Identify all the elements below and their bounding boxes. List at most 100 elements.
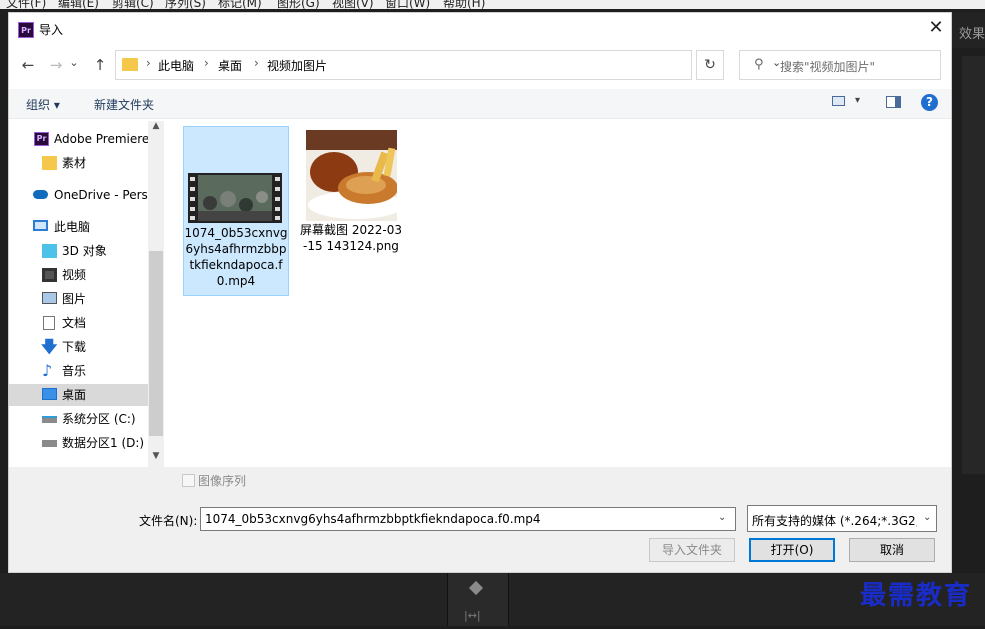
scrollbar-thumb[interactable] <box>149 251 163 436</box>
import-folder-button[interactable]: 导入文件夹 <box>649 538 735 562</box>
pictures-icon <box>42 292 57 304</box>
menu-clip[interactable]: 剪辑(C) <box>112 0 154 9</box>
sidebar-item-music[interactable]: ♪ 音乐 <box>9 360 148 382</box>
sidebar-item-adobe-premiere[interactable]: Pr Adobe Premiere <box>9 128 148 150</box>
sidebar-item-label: 图片 <box>62 292 87 306</box>
menu-window[interactable]: 窗口(W) <box>385 0 430 9</box>
search-icon: ⚲ <box>754 57 764 72</box>
sidebar-item-label: 音乐 <box>62 364 87 378</box>
close-button[interactable]: ✕ <box>924 17 948 41</box>
3d-objects-icon <box>42 244 57 258</box>
search-input[interactable]: 搜索"视频加图片" <box>780 58 875 75</box>
ripple-edit-icon: |↔| <box>464 609 481 622</box>
documents-icon <box>43 316 55 330</box>
filename-label: 文件名(N): <box>139 514 198 528</box>
image-thumbnail <box>306 130 397 221</box>
navigation-pane: Pr Adobe Premiere 素材 OneDrive - Perso 此电… <box>9 121 164 467</box>
sidebar-item-label: OneDrive - Perso <box>54 188 148 202</box>
scroll-up-icon[interactable]: ▲ <box>148 121 164 135</box>
file-type-filter[interactable]: 所有支持的媒体 (*.264;*.3G2;* ⌄ <box>747 505 937 532</box>
sidebar-item-label: Adobe Premiere <box>54 132 148 146</box>
back-button[interactable]: ← <box>17 54 39 76</box>
sidebar-item-documents[interactable]: 文档 <box>9 312 148 334</box>
breadcrumb-current-folder[interactable]: 视频加图片 <box>267 57 327 74</box>
tools-panel: |↔| <box>447 573 509 626</box>
background-panel <box>962 56 985 474</box>
sidebar-scrollbar[interactable]: ▲ ▼ <box>148 121 164 467</box>
app-menubar: 文件(F) 编辑(E) 剪辑(C) 序列(S) 标记(M) 图形(G) 视图(V… <box>0 0 985 9</box>
menu-edit[interactable]: 编辑(E) <box>58 0 99 9</box>
watermark-logo: 最需教育 <box>860 581 973 611</box>
menu-marker[interactable]: 标记(M) <box>218 0 262 9</box>
effects-panel-tab[interactable]: 效果 <box>952 12 985 48</box>
cancel-button[interactable]: 取消 <box>849 538 935 562</box>
preview-pane-icon[interactable] <box>886 96 901 108</box>
file-item-video[interactable]: 1074_0b53cxnvg6yhs4afhrmzbbptkfiekndapoc… <box>183 126 289 296</box>
view-dropdown-icon[interactable]: ▾ <box>855 95 860 106</box>
sidebar-item-pictures[interactable]: 图片 <box>9 288 148 310</box>
scroll-down-icon[interactable]: ▼ <box>148 451 164 465</box>
menu-graphics[interactable]: 图形(G) <box>277 0 320 9</box>
sidebar-item-this-pc[interactable]: 此电脑 <box>9 216 148 238</box>
sidebar-item-drive-d[interactable]: 数据分区1 (D:) <box>9 432 148 454</box>
drive-c-icon <box>42 416 57 423</box>
address-bar[interactable]: › 此电脑 › 桌面 › 视频加图片 ⌄ <box>115 50 781 80</box>
videos-icon <box>42 268 57 282</box>
chevron-down-icon[interactable]: ⌄ <box>718 512 726 523</box>
sidebar-item-label: 桌面 <box>62 388 87 402</box>
refresh-button[interactable]: ↻ <box>696 50 724 80</box>
menu-file[interactable]: 文件(F) <box>6 0 46 9</box>
sidebar-item-label: 视频 <box>62 268 87 282</box>
downloads-icon: 🡇 <box>41 337 58 356</box>
sidebar-item-3d-objects[interactable]: 3D 对象 <box>9 240 148 262</box>
view-options-icon[interactable] <box>832 96 845 106</box>
sidebar-item-desktop[interactable]: 桌面 <box>9 384 148 406</box>
sidebar-item-sucai[interactable]: 素材 <box>9 152 148 174</box>
sidebar-item-label: 下载 <box>62 340 87 354</box>
sidebar-item-downloads[interactable]: 🡇 下载 <box>9 336 148 358</box>
drive-d-icon <box>42 440 57 447</box>
menu-help[interactable]: 帮助(H) <box>443 0 485 9</box>
sidebar-item-label: 此电脑 <box>54 220 91 234</box>
dialog-titlebar: Pr 导入 ✕ <box>9 13 951 45</box>
folder-icon <box>42 156 57 170</box>
file-list: 1074_0b53cxnvg6yhs4afhrmzbbptkfiekndapoc… <box>164 121 951 467</box>
video-thumbnail <box>188 173 282 223</box>
breadcrumb-separator: › <box>254 56 259 70</box>
dialog-title: 导入 <box>39 23 64 37</box>
breadcrumb-separator: › <box>146 56 151 70</box>
onedrive-icon <box>33 190 48 199</box>
track-select-icon <box>468 580 484 596</box>
image-sequence-checkbox[interactable] <box>182 474 195 487</box>
sidebar-item-label: 3D 对象 <box>62 244 107 258</box>
command-bar: 组织 ▾ 新建文件夹 ▾ ? <box>9 89 951 119</box>
sidebar-item-label: 素材 <box>62 156 87 170</box>
sidebar-item-onedrive[interactable]: OneDrive - Perso <box>9 184 148 206</box>
forward-button[interactable]: → <box>45 54 67 76</box>
recent-locations-button[interactable]: ⌄ <box>67 52 81 74</box>
file-name: 1074_0b53cxnvg6yhs4afhrmzbbptkfiekndapoc… <box>184 226 288 288</box>
search-box[interactable]: ⚲ 搜索"视频加图片" <box>739 50 941 80</box>
sidebar-item-videos[interactable]: 视频 <box>9 264 148 286</box>
file-type-value: 所有支持的媒体 (*.264;*.3G2;* <box>752 514 917 528</box>
help-icon[interactable]: ? <box>921 94 938 111</box>
open-button[interactable]: 打开(O) <box>749 538 835 562</box>
sidebar-item-drive-c[interactable]: 系统分区 (C:) <box>9 408 148 430</box>
new-folder-button[interactable]: 新建文件夹 <box>94 96 154 113</box>
breadcrumb-desktop[interactable]: 桌面 <box>218 57 242 74</box>
file-name: 屏幕截图 2022-03-15 143124.png <box>300 223 402 253</box>
premiere-icon: Pr <box>34 132 49 146</box>
folder-icon <box>122 58 138 71</box>
chevron-down-icon[interactable]: ⌄ <box>923 512 931 523</box>
filename-value: 1074_0b53cxnvg6yhs4afhrmzbbptkfiekndapoc… <box>205 512 541 526</box>
breadcrumb-this-pc[interactable]: 此电脑 <box>158 57 194 74</box>
organize-button[interactable]: 组织 ▾ <box>26 96 60 113</box>
image-sequence-label: 图像序列 <box>198 474 247 488</box>
filename-input[interactable]: 1074_0b53cxnvg6yhs4afhrmzbbptkfiekndapoc… <box>200 507 736 531</box>
file-item-image[interactable]: 屏幕截图 2022-03-15 143124.png <box>299 126 403 276</box>
up-button[interactable]: ↑ <box>89 54 111 76</box>
desktop-icon <box>42 388 57 400</box>
menu-view[interactable]: 视图(V) <box>332 0 374 9</box>
menu-sequence[interactable]: 序列(S) <box>165 0 206 9</box>
computer-icon <box>33 220 48 231</box>
